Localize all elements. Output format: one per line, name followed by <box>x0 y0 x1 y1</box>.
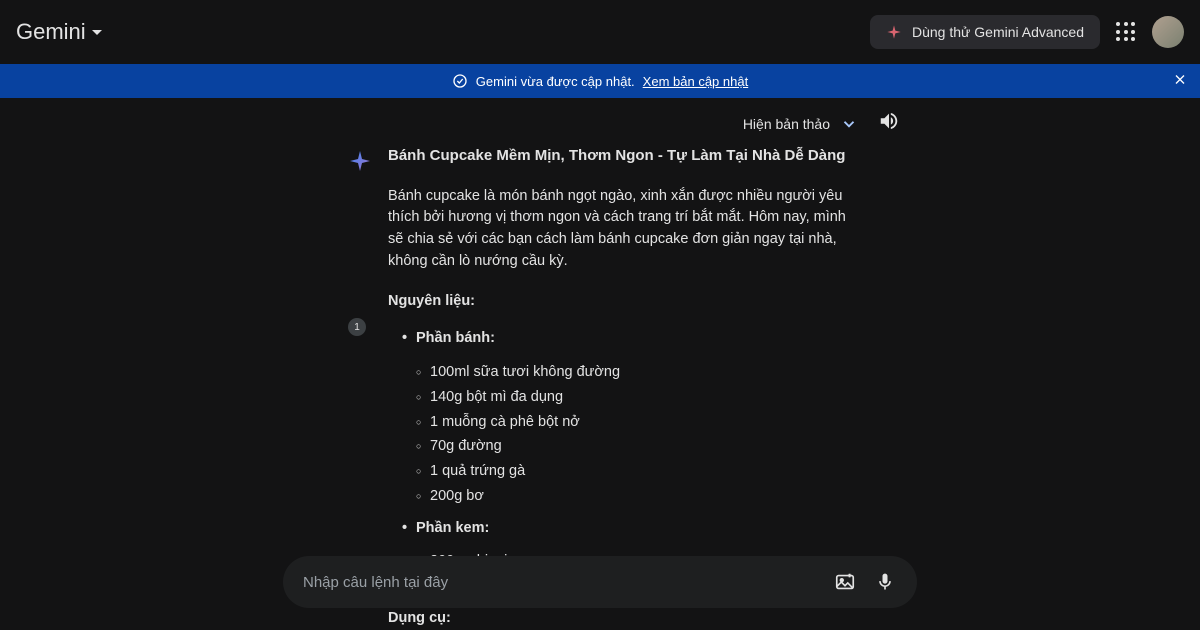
image-icon <box>834 571 856 593</box>
response-title: Bánh Cupcake Mềm Mịn, Thơm Ngon - Tự Làm… <box>388 145 860 168</box>
mic-button[interactable] <box>865 562 905 602</box>
draft-label: Hiện bản thảo <box>743 116 830 132</box>
image-upload-button[interactable] <box>825 562 865 602</box>
check-circle-icon <box>452 73 468 89</box>
prompt-input-bar <box>283 556 917 608</box>
cream-heading-list: Phần kem: <box>388 518 860 540</box>
list-item: 200g bơ <box>416 486 860 508</box>
list-item: 1 quả trứng gà <box>416 461 860 483</box>
speaker-button[interactable] <box>878 110 900 137</box>
ingredients-list: Phần bánh: <box>388 328 860 350</box>
caret-down-icon <box>92 30 102 35</box>
banner-link[interactable]: Xem bản cập nhật <box>643 74 749 89</box>
show-draft-button[interactable]: Hiện bản thảo <box>743 115 858 133</box>
avatar[interactable] <box>1152 16 1184 48</box>
sparkle-icon <box>886 24 902 40</box>
apps-grid-icon[interactable] <box>1114 20 1138 44</box>
mic-icon <box>875 572 895 592</box>
brand-selector[interactable]: Gemini <box>16 19 102 45</box>
ingredients-heading: Nguyên liệu: <box>388 291 860 313</box>
banner-text: Gemini vừa được cập nhật. <box>476 74 635 89</box>
prompt-input[interactable] <box>303 574 825 591</box>
part-cake-heading: Phần bánh: <box>402 328 860 350</box>
citation-badge[interactable]: 1 <box>348 318 366 336</box>
list-item: 70g đường <box>416 436 860 458</box>
header: Gemini Dùng thử Gemini Advanced <box>0 0 1200 64</box>
gemini-sparkle-icon <box>348 149 372 173</box>
advanced-label: Dùng thử Gemini Advanced <box>912 24 1084 40</box>
tools-heading: Dụng cụ: <box>388 608 860 630</box>
chevron-down-icon <box>840 115 858 133</box>
response-toolbar: Hiện bản thảo <box>0 98 1200 145</box>
try-advanced-button[interactable]: Dùng thử Gemini Advanced <box>870 15 1100 49</box>
list-item: 140g bột mì đa dụng <box>416 387 860 409</box>
brand-name: Gemini <box>16 19 86 45</box>
cake-items: 100ml sữa tươi không đường 140g bột mì đ… <box>388 362 860 508</box>
list-item: 100ml sữa tươi không đường <box>416 362 860 384</box>
part-cream-heading: Phần kem: <box>402 518 860 540</box>
list-item: 1 muỗng cà phê bột nở <box>416 412 860 434</box>
header-right: Dùng thử Gemini Advanced <box>870 15 1184 49</box>
update-banner: Gemini vừa được cập nhật. Xem bản cập nh… <box>0 64 1200 98</box>
close-icon[interactable] <box>1172 72 1188 91</box>
speaker-icon <box>878 110 900 132</box>
response-intro: Bánh cupcake là món bánh ngọt ngào, xinh… <box>388 186 860 273</box>
